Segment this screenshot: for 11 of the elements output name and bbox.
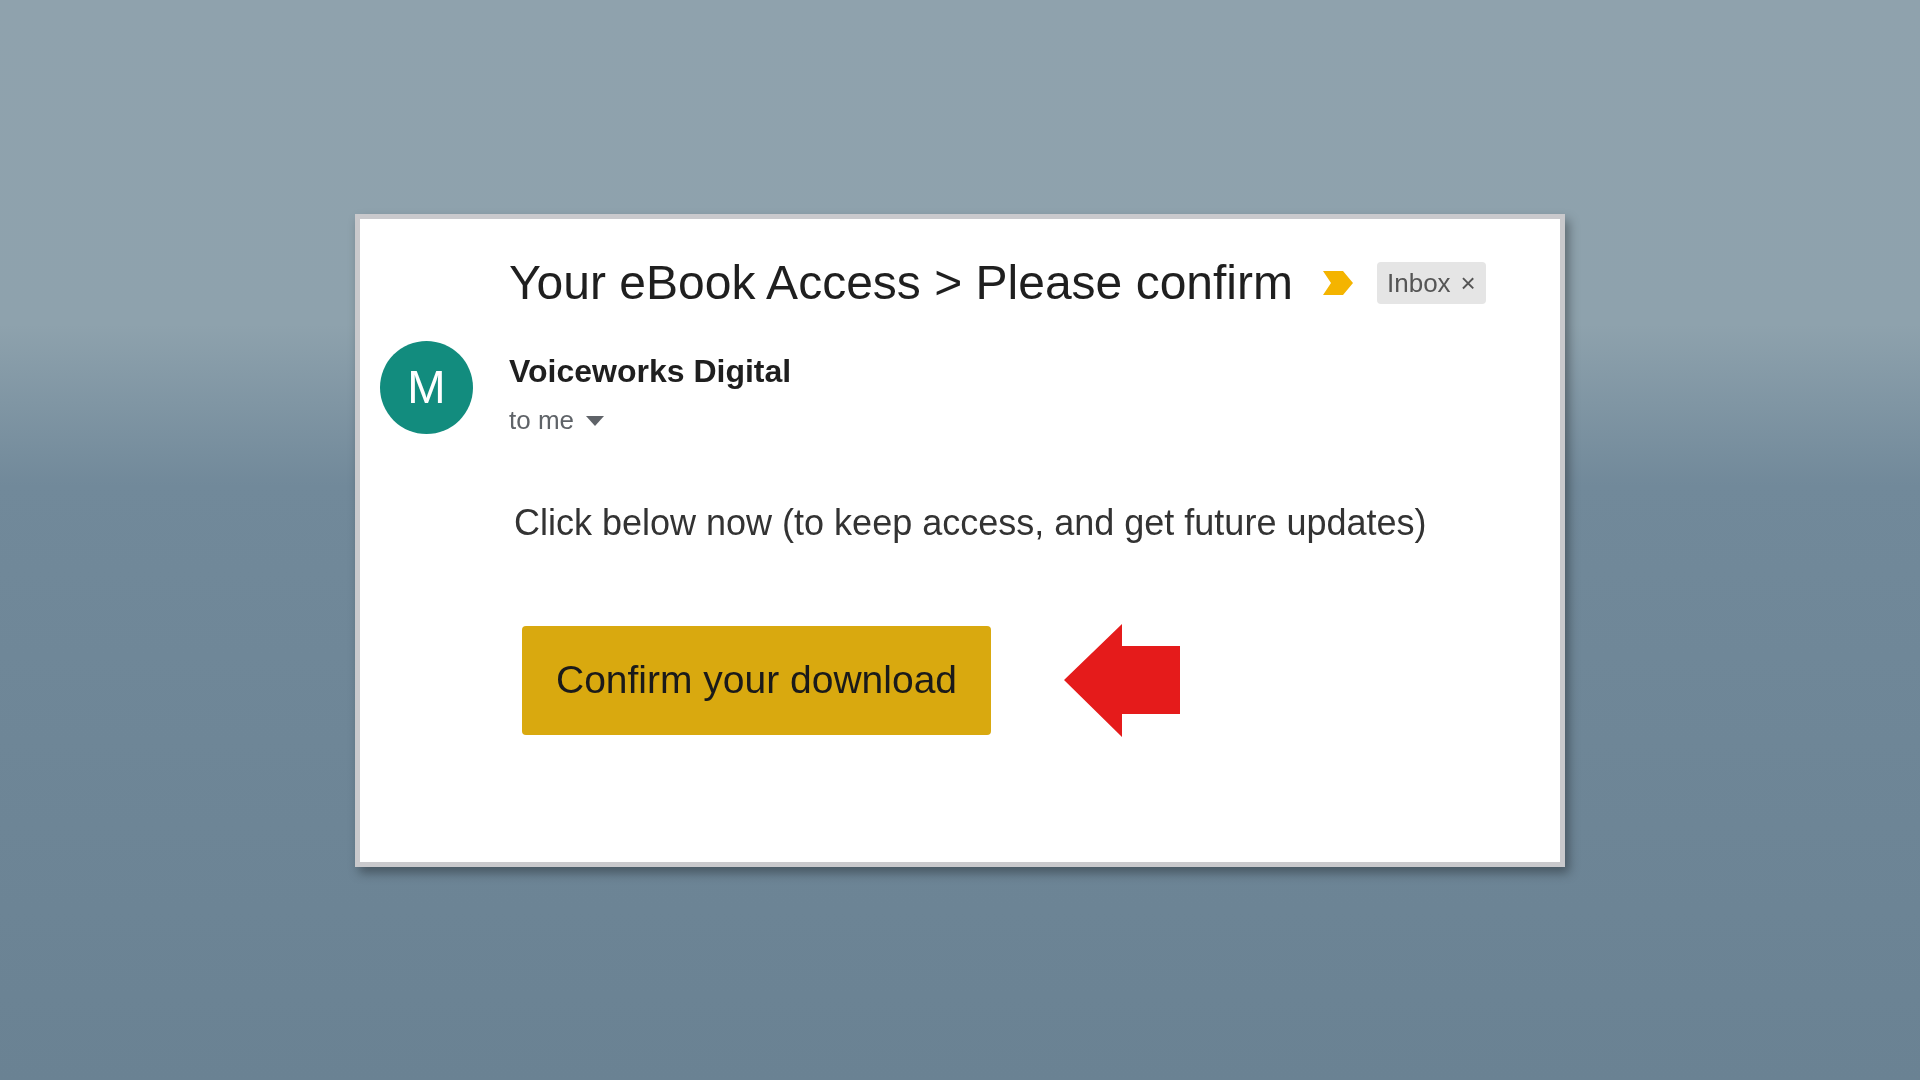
sender-name: Voiceworks Digital [509,352,792,391]
confirm-download-button[interactable]: Confirm your download [522,626,991,735]
label-text: Inbox [1387,266,1451,300]
recipient-text: to me [509,404,575,437]
dropdown-caret-icon[interactable] [586,415,605,426]
arrow-pointing-left-icon [1064,624,1180,737]
avatar: M [380,341,473,434]
email-subject: Your eBook Access > Please confirm [509,255,1293,311]
importance-marker-icon[interactable] [1323,271,1353,295]
email-body-text: Click below now (to keep access, and get future updates) [514,501,1428,545]
remove-label-button[interactable]: × [1460,270,1476,296]
